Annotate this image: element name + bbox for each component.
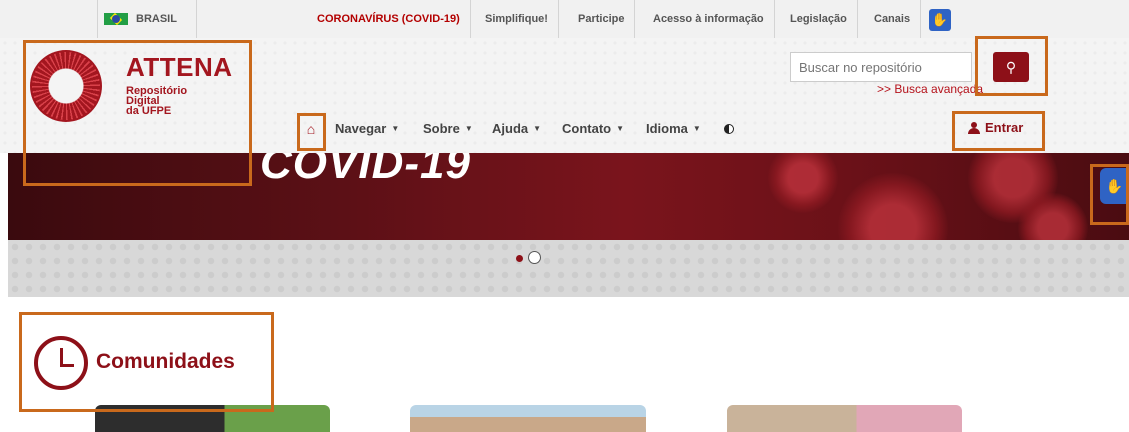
chevron-down-icon: ▼ (391, 124, 400, 133)
login-button[interactable]: Entrar (968, 120, 1023, 135)
nav-sobre-label: Sobre (423, 121, 460, 136)
community-card-image[interactable] (95, 405, 330, 432)
gov-bar: BRASIL CORONAVÍRUS (COVID-19) Simplifiqu… (0, 0, 1129, 38)
user-icon (968, 121, 980, 134)
community-card-image[interactable] (727, 405, 962, 432)
advanced-search-link[interactable]: >> Busca avançada (877, 82, 983, 96)
nav-contato[interactable]: Contato ▼ (562, 121, 624, 136)
nav-ajuda-label: Ajuda (492, 121, 529, 136)
govbar-link-covid[interactable]: CORONAVÍRUS (COVID-19) (307, 0, 471, 38)
hero-banner[interactable]: COVID-19 (8, 153, 1129, 240)
home-icon[interactable]: ⌂ (303, 121, 319, 137)
brazil-flag-icon (104, 13, 128, 25)
govbar-link-acesso[interactable]: Acesso à informação (643, 0, 775, 38)
login-label: Entrar (985, 120, 1024, 135)
logo-sub-line-3: da UFPE (126, 105, 172, 117)
chevron-down-icon: ▼ (692, 124, 701, 133)
nav-idioma-label: Idioma (646, 121, 688, 136)
logo-subtitle: Repositório Digital da UFPE (126, 86, 187, 117)
carousel-pattern (8, 240, 1129, 297)
chevron-down-icon: ▼ (464, 124, 473, 133)
chevron-down-icon: ▼ (616, 124, 625, 133)
virus-graphic (838, 173, 948, 240)
carousel-dot[interactable] (528, 251, 541, 264)
section-title: Comunidades (96, 350, 235, 373)
libras-hand-icon[interactable]: ✋ (929, 9, 951, 31)
govbar-link-participe[interactable]: Participe (568, 0, 636, 38)
libras-side-icon[interactable]: ✋ (1100, 168, 1129, 204)
banner-title: COVID-19 (260, 153, 471, 188)
search-icon: ⚲ (1005, 58, 1017, 75)
nav-navegar-label: Navegar (335, 121, 387, 136)
nav-ajuda[interactable]: Ajuda ▼ (492, 121, 541, 136)
nav-contato-label: Contato (562, 121, 612, 136)
search-button[interactable]: ⚲ (993, 52, 1029, 82)
carousel-dot-active[interactable] (516, 255, 523, 262)
virus-graphic (768, 153, 838, 213)
chevron-down-icon: ▼ (533, 124, 542, 133)
logo-title[interactable]: ATTENA (126, 52, 233, 83)
nav-navegar[interactable]: Navegar ▼ (335, 121, 399, 136)
nav-sobre[interactable]: Sobre ▼ (423, 121, 473, 136)
contrast-toggle-icon[interactable] (724, 124, 734, 134)
clock-icon (34, 336, 88, 390)
nav-idioma[interactable]: Idioma ▼ (646, 121, 701, 136)
brasil-link[interactable]: BRASIL (97, 0, 197, 38)
govbar-link-simplifique[interactable]: Simplifique! (475, 0, 559, 38)
brasil-label: BRASIL (136, 13, 177, 25)
govbar-link-canais[interactable]: Canais (864, 0, 922, 38)
carousel-bar (8, 240, 1129, 297)
attena-logo-icon[interactable] (30, 50, 102, 122)
search-input[interactable] (790, 52, 972, 82)
govbar-link-legislacao[interactable]: Legislação (780, 0, 858, 38)
community-card-image[interactable] (410, 405, 646, 432)
